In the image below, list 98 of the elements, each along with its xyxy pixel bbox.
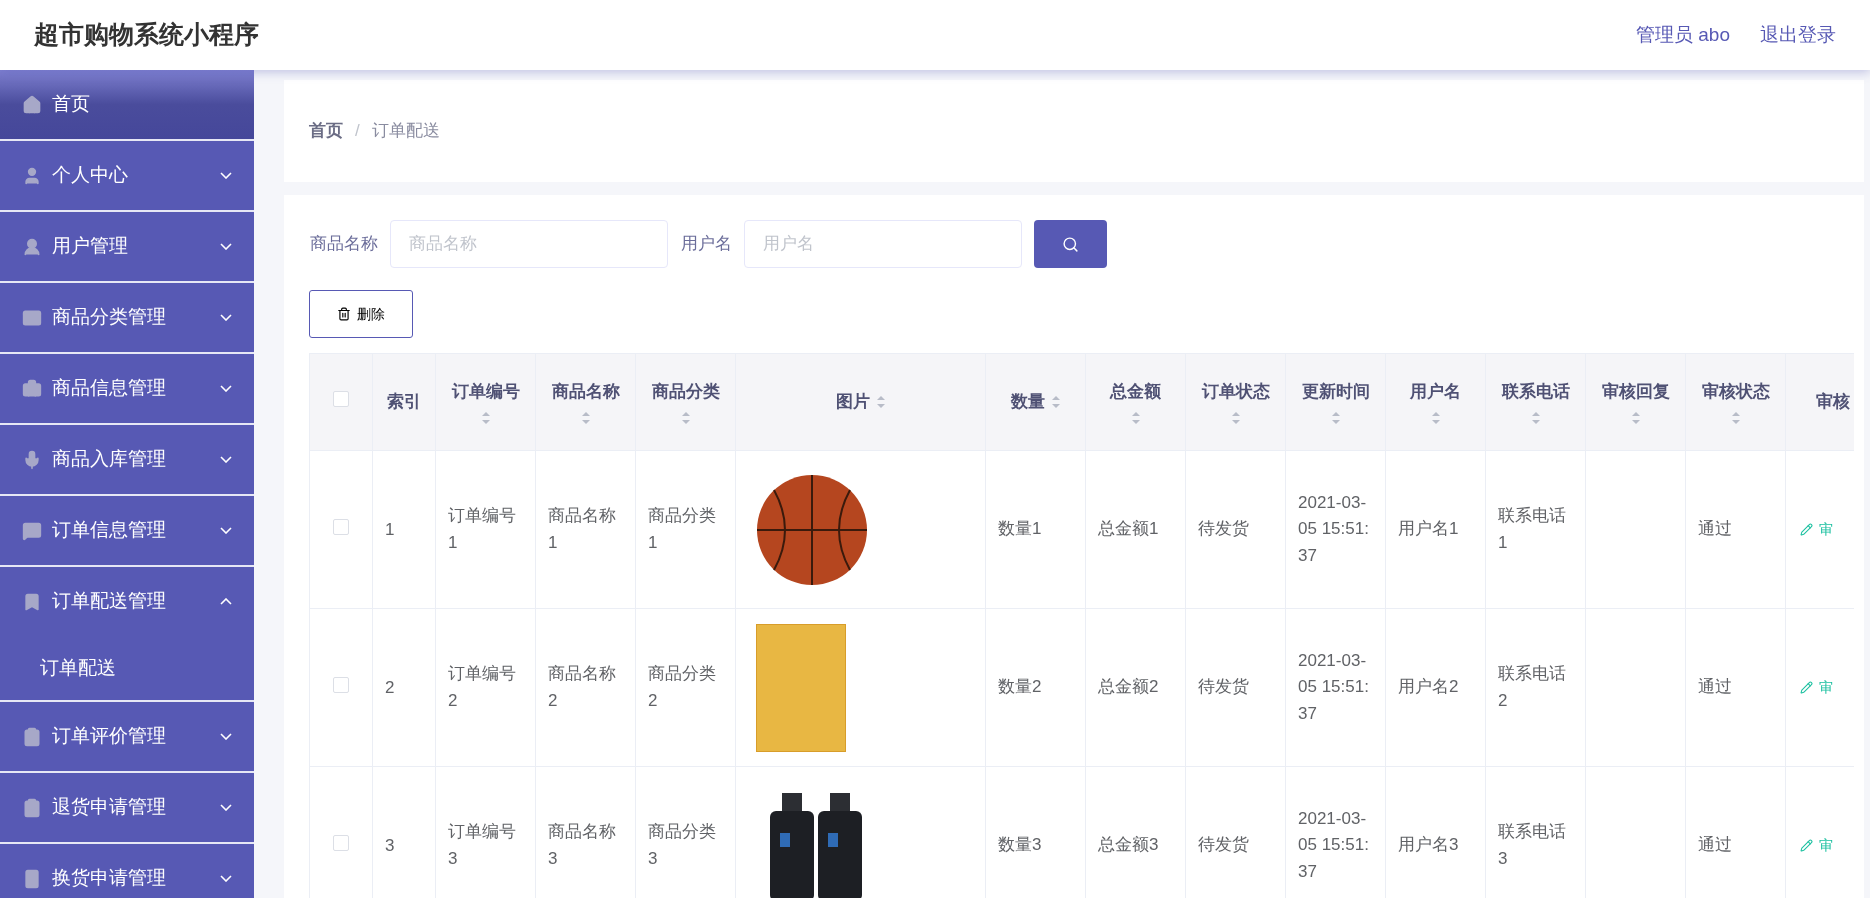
sort-icon[interactable] [875,395,886,409]
table-cell: 订单编号2 [435,608,536,767]
search-icon [1062,235,1079,253]
column-header[interactable]: 审核回复 [1585,353,1686,451]
bookmark-icon [22,591,42,612]
chevron-down-icon [220,314,232,321]
column-header[interactable]: 图片 [735,353,986,451]
table-cell: 通过 [1685,450,1786,609]
search-field[interactable]: 用户名 [744,220,1022,268]
table-cell: 数量2 [985,608,1086,767]
sort-icon[interactable] [1330,410,1341,425]
table-cell: 商品名称2 [535,608,636,767]
person-icon [22,236,42,257]
sort-icon[interactable] [1050,395,1061,409]
chevron-down-icon [220,733,232,740]
table-cell: 联系电话1 [1485,450,1586,609]
breadcrumb-link[interactable]: 首页 [309,118,343,144]
table-cell: 1 [372,450,436,609]
column-header[interactable]: 联系电话 [1485,353,1586,451]
chevron-down-icon [220,385,232,392]
chevron-down-icon [220,456,232,463]
pencil-icon [1800,523,1813,536]
column-header[interactable]: 数量 [985,353,1086,451]
breadcrumb-separator: / [355,120,360,143]
table-cell: 总金额2 [1085,608,1186,767]
checkbox[interactable] [333,391,349,407]
table-cell: 商品名称1 [535,450,636,609]
search-field[interactable]: 商品名称 [390,220,668,268]
sidebar-item[interactable]: 订单评价管理 [0,702,254,771]
sort-icon[interactable] [480,410,491,425]
field-label: 用户名 [681,233,732,256]
checkbox[interactable] [333,518,349,535]
checkbox[interactable] [333,834,349,851]
table-cell: 用户名2 [1385,608,1486,767]
sidebar-subitem[interactable]: 订单配送 [0,636,254,700]
microphone-icon [22,449,42,470]
sort-icon[interactable] [580,410,591,425]
sort-icon[interactable] [1630,410,1641,425]
table-cell: 订单编号1 [435,450,536,609]
field-label: 商品名称 [310,233,378,256]
sidebar-item[interactable]: 换货申请管理 [0,844,254,898]
column-header[interactable]: 商品分类 [635,353,736,451]
sidebar-item[interactable]: 订单配送管理 [0,567,254,636]
chevron-down-icon [220,172,232,179]
sort-icon[interactable] [1530,410,1541,425]
column-header: 索引 [372,353,436,451]
table-cell: 商品分类1 [635,450,736,609]
sidebar-item[interactable]: 退货申请管理 [0,773,254,842]
column-header[interactable]: 商品名称 [535,353,636,451]
home-icon [22,94,42,115]
column-header[interactable]: 订单状态 [1185,353,1286,451]
sort-icon[interactable] [1730,410,1741,425]
sidebar-item[interactable]: 首页 [0,70,254,139]
table-cell: 2 [372,608,436,767]
column-header[interactable]: 更新时间 [1285,353,1386,451]
table-cell: 2021-03-05 15:51:37 [1285,450,1386,609]
sidebar-item[interactable]: 商品入库管理 [0,425,254,494]
admin-user: 管理员 abo [1636,22,1730,47]
table-cell: 通过 [1685,608,1786,767]
sort-icon[interactable] [1230,410,1241,425]
chevron-down-icon [220,875,232,882]
table-cell: 商品分类2 [635,608,736,767]
table-cell: 用户名1 [1385,450,1486,609]
sort-icon[interactable] [1430,410,1441,425]
column-header[interactable]: 用户名 [1385,353,1486,451]
search-button[interactable] [1034,220,1107,268]
sidebar-item[interactable]: 商品分类管理 [0,283,254,352]
chevron-down-icon [220,804,232,811]
table-cell: 数量1 [985,450,1086,609]
sort-icon[interactable] [680,410,691,425]
delete-button[interactable]: 删除 [309,290,413,338]
checkbox[interactable] [333,676,349,693]
table-cell: 待发货 [1185,608,1286,767]
table-cell: 总金额1 [1085,450,1186,609]
column-header[interactable]: 订单编号 [435,353,536,451]
column-header[interactable]: 审核状态 [1685,353,1786,451]
table-cell: 2021-03-05 15:51:37 [1285,608,1386,767]
sort-icon[interactable] [1130,410,1141,425]
person-icon [22,165,42,186]
logout-link[interactable]: 退出登录 [1760,20,1836,50]
sidebar-item[interactable]: 用户管理 [0,212,254,281]
table-cell: 联系电话2 [1485,608,1586,767]
chat-bubble-icon [22,520,42,541]
pencil-icon [1800,681,1813,694]
pencil-icon [1800,839,1813,852]
chevron-down-icon [220,527,232,534]
sidebar-item[interactable]: 个人中心 [0,141,254,210]
briefcase-icon [22,378,42,399]
chevron-down-icon [220,243,232,250]
sidebar-item[interactable]: 商品信息管理 [0,354,254,423]
column-header[interactable]: 总金额 [1085,353,1186,451]
column-header: 审核 [1785,353,1854,451]
app-title: 超市购物系统小程序 [34,19,259,51]
table-cell: 待发货 [1185,450,1286,609]
chevron-up-icon [220,598,232,605]
sidebar-item[interactable]: 订单信息管理 [0,496,254,565]
trash-icon [337,307,351,321]
breadcrumb-link[interactable]: 订单配送 [371,118,440,144]
